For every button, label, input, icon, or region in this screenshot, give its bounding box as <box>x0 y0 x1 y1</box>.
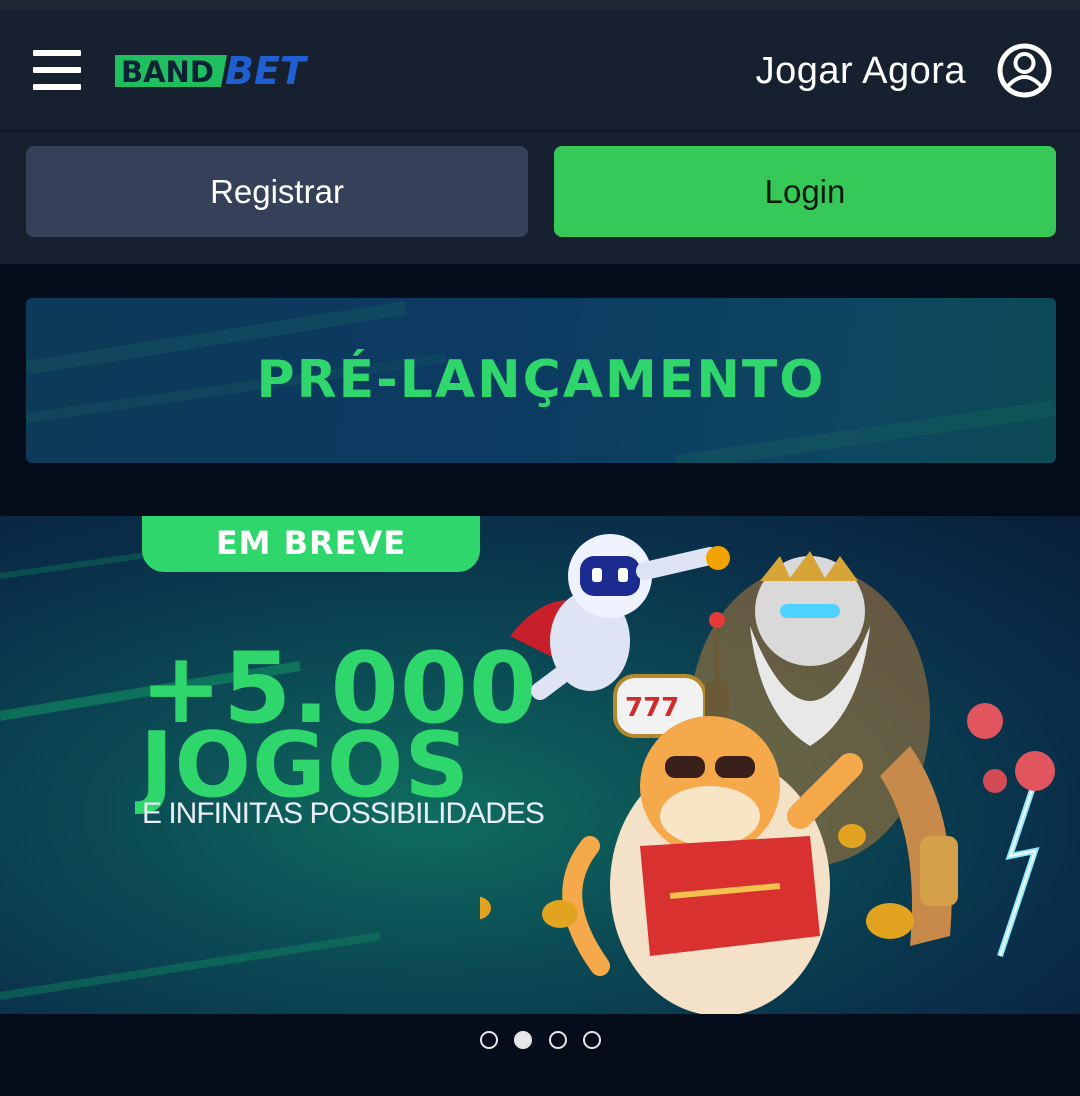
bandbet-logo[interactable]: BAND BET <box>115 53 333 89</box>
pre-launch-title: PRÉ-LANÇAMENTO <box>256 350 826 410</box>
app-header: BAND BET Jogar Agora <box>0 10 1080 132</box>
auth-bar: Registrar Login <box>0 132 1080 264</box>
pre-launch-banner[interactable]: PRÉ-LANÇAMENTO <box>26 298 1056 463</box>
logo-bet-text: BET <box>225 53 309 89</box>
logo-band-text: BAND <box>121 55 214 89</box>
carousel-pagination <box>478 1030 608 1054</box>
carousel-dot-1[interactable] <box>480 1031 498 1049</box>
hamburger-menu-icon[interactable] <box>33 50 81 90</box>
coming-soon-badge: EM BREVE <box>142 516 480 572</box>
carousel-dot-3[interactable] <box>549 1031 567 1049</box>
user-account-icon[interactable] <box>996 42 1053 99</box>
casino-characters-illustration: 777 <box>480 534 1055 1014</box>
login-button[interactable]: Login <box>554 146 1056 237</box>
register-button[interactable]: Registrar <box>26 146 528 237</box>
carousel-dot-2[interactable] <box>514 1031 532 1049</box>
status-strip <box>0 0 1080 10</box>
slot-777-text: 777 <box>625 693 679 723</box>
hero-carousel-slide[interactable]: EM BREVE +5.000 JOGOS E INFINITAS POSSIB… <box>0 516 1080 1014</box>
casino-chips-icon <box>967 703 1055 793</box>
play-now-link[interactable]: Jogar Agora <box>700 46 966 96</box>
carousel-dot-4[interactable] <box>583 1031 601 1049</box>
